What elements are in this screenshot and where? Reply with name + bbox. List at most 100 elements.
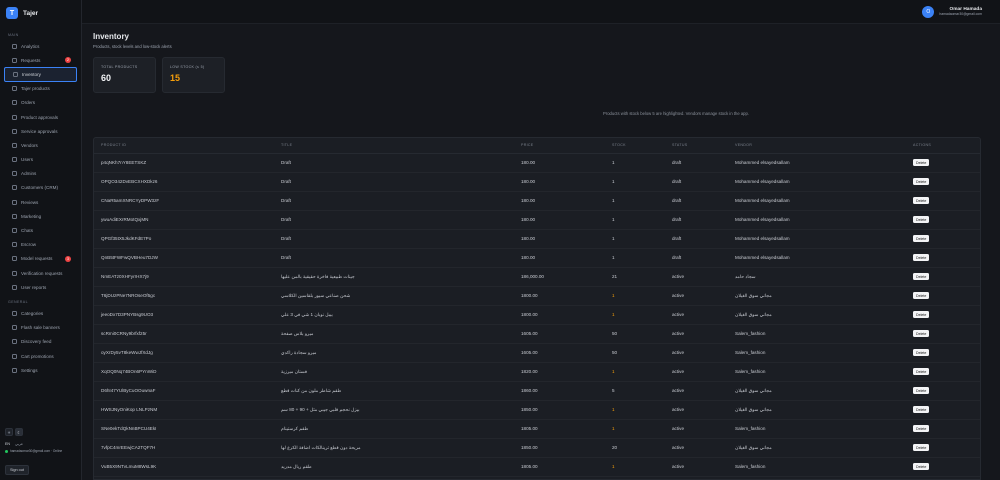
sun-icon[interactable]: ☀ — [5, 428, 13, 436]
cell-status: active — [665, 324, 728, 344]
cell-vendor: Salem_fashion — [728, 343, 906, 363]
cell-status: draft — [665, 191, 728, 211]
cell-price: 180.00 — [514, 191, 605, 211]
delete-button[interactable]: Delete — [913, 444, 930, 451]
store-icon — [12, 142, 17, 148]
sidebar-item-label: Marketing — [21, 213, 42, 219]
cell-vendor: Mohammed elsayedsallam — [728, 153, 906, 173]
delete-button[interactable]: Delete — [913, 425, 930, 432]
moon-icon[interactable]: ☾ — [15, 428, 23, 436]
user-info: Omar Hamada hamadaomar30@gmail.com — [939, 7, 982, 16]
sidebar: T Tajer MAIN Analytics Requests 2 Inventory… — [0, 0, 82, 480]
sidebar-item-flash-sale-banners[interactable]: Flash sale banners — [4, 321, 77, 335]
delete-button[interactable]: Delete — [913, 159, 930, 166]
sidebar-item-user-reports[interactable]: User reports — [4, 280, 77, 294]
cell-title: مريحة دون قطع ترينالكات اضافة الكرع لها — [274, 438, 514, 458]
cell-id: scRmi0CRNy9brfxf25r — [94, 324, 274, 344]
sidebar-item-vendors[interactable]: Vendors — [4, 138, 77, 152]
cell-id: SNe0ekTdQkNnBPCU4EkI — [94, 419, 274, 439]
sidebar-item-verification-requests[interactable]: Verification requests — [4, 266, 77, 280]
lang-ar[interactable]: عربي — [15, 442, 23, 446]
sidebar-item-chats[interactable]: Chats — [4, 223, 77, 237]
column-header: TITLE — [274, 138, 514, 154]
cell-price: 1800.00 — [514, 286, 605, 306]
cell-vendor: Salem_fashion — [728, 419, 906, 439]
delete-button[interactable]: Delete — [913, 368, 930, 375]
sidebar-item-analytics[interactable]: Analytics — [4, 39, 77, 53]
sidebar-item-model-requests[interactable]: Model requests 3 — [4, 252, 77, 266]
sidebar-item-inventory[interactable]: Inventory — [4, 67, 77, 82]
cell-actions: Delete — [906, 400, 980, 420]
table-header-row: PRODUCT ID TITLE PRICE STOCK STATUS VENDOR ACT… — [94, 138, 980, 154]
delete-button[interactable]: Delete — [913, 273, 930, 280]
delete-button[interactable]: Delete — [913, 254, 930, 261]
sidebar-item-label: Verification requests — [21, 270, 63, 276]
delete-button[interactable]: Delete — [913, 292, 930, 299]
sidebar-item-service-approvals[interactable]: Service approvals — [4, 124, 77, 138]
sidebar-item-cart-promotions[interactable]: Cart promotions — [4, 349, 77, 363]
sidebar-item-tajer-products[interactable]: Tajer products — [4, 82, 77, 96]
check-icon — [12, 114, 17, 120]
cell-stock: 1 — [605, 419, 665, 439]
column-header: ACTIONS — [906, 138, 980, 154]
cell-price: 1605.00 — [514, 343, 605, 363]
sidebar-item-label: Escrow — [21, 242, 37, 248]
app-root: T Tajer MAIN Analytics Requests 2 Inventory… — [0, 0, 1000, 480]
inventory-table: PRODUCT ID TITLE PRICE STOCK STATUS VENDOR ACT… — [94, 138, 980, 477]
delete-button[interactable]: Delete — [913, 178, 930, 185]
sidebar-item-users[interactable]: Users — [4, 153, 77, 167]
delete-button[interactable]: Delete — [913, 216, 930, 223]
cell-stock: 1 — [605, 229, 665, 249]
page-subtitle: Products, stock levels and low-stock ale… — [93, 44, 172, 49]
sidebar-item-escrow[interactable]: Escrow — [4, 238, 77, 252]
delete-button[interactable]: Delete — [913, 330, 930, 337]
cell-title: Draft — [274, 210, 514, 230]
sign-out-button[interactable]: Sign out — [5, 465, 29, 475]
sidebar-item-label: Analytics — [21, 43, 40, 49]
delete-button[interactable]: Delete — [913, 235, 930, 242]
sidebar-item-product-approvals[interactable]: Product approvals — [4, 110, 77, 124]
megaphone-icon — [12, 213, 17, 219]
sidebar-item-categories[interactable]: Categories — [4, 306, 77, 320]
sidebar-item-orders[interactable]: Orders — [4, 96, 77, 110]
sidebar-item-reviews[interactable]: Reviews — [4, 195, 77, 209]
sidebar-item-label: Model requests — [21, 256, 53, 262]
cell-id: jeeoDx7D3PNYBsg9UO3 — [94, 305, 274, 325]
delete-button[interactable]: Delete — [913, 463, 930, 470]
cell-title: Draft — [274, 153, 514, 173]
sidebar-item-marketing[interactable]: Marketing — [4, 209, 77, 223]
page-title: Inventory — [93, 32, 130, 41]
table-row: ywuAdiEXrRMotQxjMN Draft 180.00 1 draft Moham… — [94, 210, 980, 230]
cell-vendor: سجاد حامد — [728, 267, 906, 287]
cell-status: active — [665, 305, 728, 325]
brand[interactable]: T Tajer — [0, 0, 81, 27]
sidebar-item-settings[interactable]: Settings — [4, 363, 77, 377]
avatar[interactable]: O — [922, 5, 935, 18]
grid-icon — [12, 310, 17, 316]
sidebar-item-requests[interactable]: Requests 2 — [4, 53, 77, 67]
lang-en[interactable]: EN — [5, 442, 10, 446]
table-row: 7vfpC4mrEEwjCA2TQF7H مريحة دون قطع ترينال… — [94, 438, 980, 458]
cell-vendor: مجاني سوق الغيلان — [728, 438, 906, 458]
sidebar-item-admins[interactable]: Admins — [4, 167, 77, 181]
sidebar-item-label: Flash sale banners — [21, 325, 60, 331]
sidebar-item-label: Chats — [21, 228, 34, 234]
sidebar-item-label: Settings — [21, 367, 38, 373]
cell-vendor: مجاني سوق الغيلان — [728, 286, 906, 306]
cell-title: جينات طبيعية فاخرة حقيقية بالمن عليها — [274, 267, 514, 287]
sidebar-item-discovery-feed[interactable]: Discovery feed — [4, 335, 77, 349]
sidebar-item-label: Customers (CRM) — [21, 185, 59, 191]
cell-stock: 21 — [605, 267, 665, 287]
sidebar-item-label: Categories — [21, 310, 44, 316]
delete-button[interactable]: Delete — [913, 197, 930, 204]
cell-price: 1860.00 — [514, 381, 605, 401]
delete-button[interactable]: Delete — [913, 387, 930, 394]
cell-id: QPGf35tX5JkdKFdE7Po — [94, 229, 274, 249]
delete-button[interactable]: Delete — [913, 311, 930, 318]
delete-button[interactable]: Delete — [913, 349, 930, 356]
topbar: O Omar Hamada hamadaomar30@gmail.com — [82, 0, 1000, 24]
sidebar-item-customers-crm[interactable]: Customers (CRM) — [4, 181, 77, 195]
delete-button[interactable]: Delete — [913, 406, 930, 413]
cell-actions: Delete — [906, 305, 980, 325]
cell-id: ywuAdiEXrRMotQxjMN — [94, 210, 274, 230]
